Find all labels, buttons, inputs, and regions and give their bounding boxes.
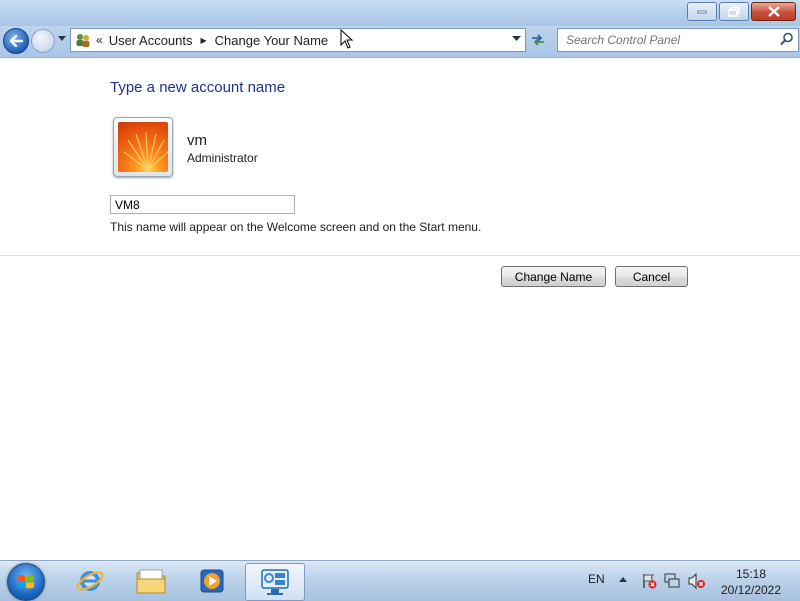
search-icon[interactable] <box>780 32 794 46</box>
action-center-flag-icon[interactable] <box>641 573 657 589</box>
restore-icon <box>728 6 740 17</box>
language-indicator[interactable]: EN <box>588 572 605 586</box>
minimize-button[interactable] <box>687 2 717 21</box>
cancel-button[interactable]: Cancel <box>615 266 688 287</box>
recent-pages-dropdown-icon[interactable] <box>58 36 66 41</box>
address-dropdown-icon[interactable] <box>512 36 521 41</box>
taskbar-control-panel[interactable] <box>245 563 305 601</box>
network-icon[interactable] <box>664 573 681 589</box>
back-button[interactable] <box>3 28 29 54</box>
clock[interactable]: 15:18 20/12/2022 <box>712 566 790 598</box>
close-button[interactable] <box>751 2 796 21</box>
breadcrumb-separator-icon[interactable]: ▶ <box>201 36 207 45</box>
windows-logo-icon <box>18 575 34 589</box>
refresh-button[interactable] <box>526 28 550 52</box>
media-player-icon <box>200 569 224 593</box>
taskbar-media-player[interactable] <box>183 563 241 599</box>
new-account-name-input[interactable] <box>110 195 295 214</box>
taskbar-internet-explorer[interactable] <box>61 563 119 599</box>
close-icon <box>767 6 780 17</box>
search-box[interactable] <box>557 28 799 52</box>
refresh-icon <box>532 34 544 46</box>
mouse-pointer-icon <box>340 29 354 49</box>
flower-image <box>118 122 168 172</box>
window-controls <box>685 2 796 21</box>
user-role: Administrator <box>187 151 258 165</box>
user-picture <box>113 117 173 177</box>
clock-date: 20/12/2022 <box>720 583 782 597</box>
breadcrumb-overflow[interactable]: « <box>96 33 103 47</box>
volume-muted-icon[interactable] <box>688 573 706 589</box>
restore-button[interactable] <box>719 2 749 21</box>
name-hint-text: This name will appear on the Welcome scr… <box>110 220 482 234</box>
control-panel-icon <box>261 569 289 595</box>
show-hidden-icons-icon[interactable] <box>619 577 627 582</box>
divider <box>0 255 800 256</box>
clock-time: 15:18 <box>735 567 767 581</box>
user-name: vm <box>187 132 207 149</box>
user-accounts-icon <box>76 34 90 47</box>
internet-explorer-icon <box>76 571 104 591</box>
page-title: Type a new account name <box>110 79 286 96</box>
forward-button[interactable] <box>31 29 55 53</box>
windows-explorer-icon <box>136 569 166 594</box>
breadcrumb-user-accounts[interactable]: User Accounts <box>109 33 193 48</box>
search-input[interactable] <box>564 32 778 48</box>
address-bar[interactable]: « User Accounts ▶ Change Your Name <box>70 28 526 52</box>
title-bar <box>0 0 800 26</box>
taskbar: EN 15:18 20/12/2022 <box>0 560 800 601</box>
breadcrumb-change-your-name[interactable]: Change Your Name <box>215 33 328 48</box>
start-button[interactable] <box>7 563 45 601</box>
back-arrow-icon <box>9 35 23 47</box>
navigation-bar: « User Accounts ▶ Change Your Name <box>0 26 800 58</box>
minimize-icon <box>697 10 707 13</box>
change-name-button[interactable]: Change Name <box>501 266 606 287</box>
taskbar-windows-explorer[interactable] <box>122 563 180 599</box>
